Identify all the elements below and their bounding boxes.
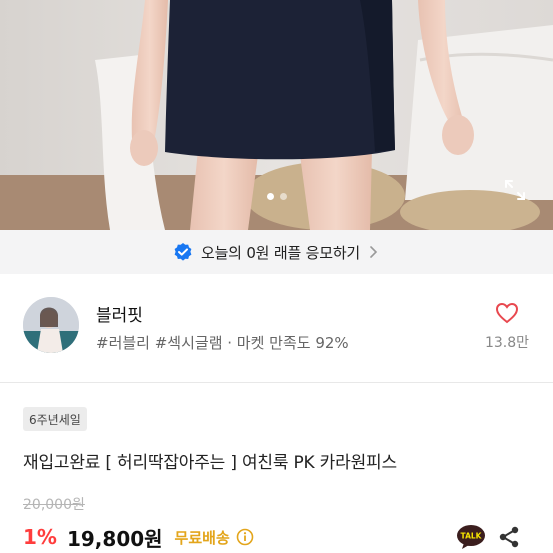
product-title: 재입고완료 [ 허리딱잡아주는 ] 여친룩 PK 카라원피스 [23,453,397,473]
verified-check-icon [174,243,192,261]
raffle-text: 오늘의 0원 래플 응모하기 [200,243,361,262]
seller-section: 블러핏 #러블리 #섹시글램 · 마켓 만족도 92% 13.8만 [0,274,553,382]
image-carousel-indicator [0,193,553,200]
talk-label: TALK [461,532,483,541]
shipping-label: 무료배송 [174,528,230,547]
product-image[interactable] [0,0,553,230]
price-row: 1% 19,800원 무료배송 [23,522,254,552]
sale-price: 19,800원 [66,526,163,551]
kakaotalk-icon[interactable]: TALK [456,524,486,550]
share-icon[interactable] [497,525,521,549]
original-price: 20,000원 [23,497,85,513]
heart-icon [495,302,519,324]
section-divider [0,382,553,383]
seller-tags: #러블리 #섹시글램 · 마켓 만족도 92% [96,334,349,352]
info-icon[interactable] [236,528,254,546]
avatar-photo [23,297,79,353]
carousel-dot[interactable] [279,193,287,200]
seller-name[interactable]: 블러핏 [96,301,143,326]
favorite-count: 13.8만 [484,335,530,351]
carousel-dot[interactable] [266,193,274,200]
raffle-banner[interactable]: 오늘의 0원 래플 응모하기 [0,230,553,274]
discount-rate: 1% [23,525,57,549]
sale-badge: 6주년세일 [23,407,87,431]
chevron-right-icon [370,246,378,258]
expand-icon[interactable] [503,178,527,202]
seller-avatar[interactable] [23,297,79,353]
favorite-button[interactable]: 13.8만 [482,302,532,352]
